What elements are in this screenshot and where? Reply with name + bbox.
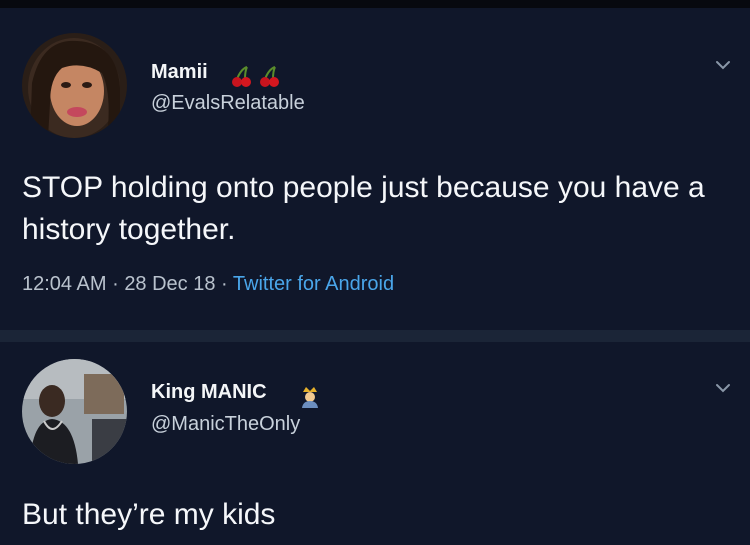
meta-separator: · [221,273,228,295]
chevron-down-icon[interactable] [714,379,732,397]
display-name[interactable]: King MANIC [151,381,267,404]
tweet-text: But they’re my kids [22,498,276,531]
meta-separator: · [112,273,119,295]
tweet-text: STOP holding onto people just because yo… [22,171,705,246]
tweet-1[interactable]: Mamii @EvalsRelatable STOP holding onto … [0,8,750,330]
tweet-time: 12:04 AM [22,273,107,295]
crown-person-icon [298,384,322,413]
tweet-2[interactable]: King MANIC @ManicTheOnly But they’re my … [0,342,750,545]
top-edge-bar [0,0,750,8]
avatar-king-manic[interactable] [22,359,127,464]
avatar-mamii[interactable] [22,33,127,138]
display-name[interactable]: Mamii [151,61,208,84]
handle[interactable]: @ManicTheOnly [151,413,300,436]
tweet-source-link[interactable]: Twitter for Android [233,273,394,295]
handle[interactable]: @EvalsRelatable [151,92,305,115]
chevron-down-icon[interactable] [714,56,732,74]
cherries-icon [231,65,287,94]
tweet-meta: 12:04 AM · 28 Dec 18 · Twitter for Andro… [22,273,394,296]
tweet-divider [0,330,750,342]
tweet-date: 28 Dec 18 [124,273,216,295]
